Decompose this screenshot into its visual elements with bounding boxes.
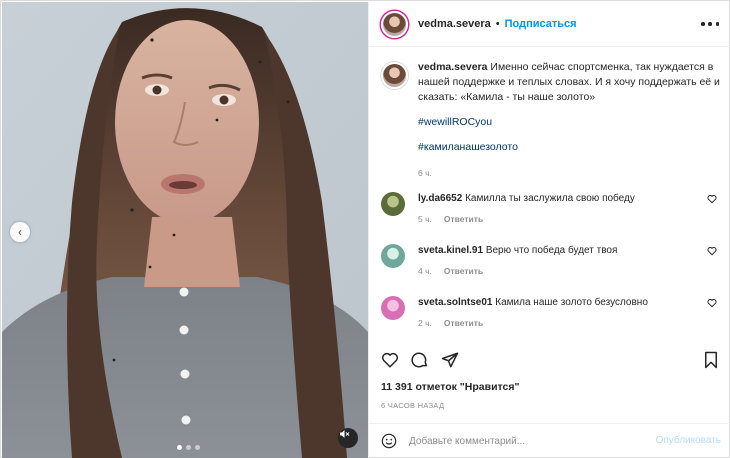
header-separator: •: [495, 18, 500, 30]
avatar[interactable]: [381, 192, 405, 216]
comment-username[interactable]: ly.da6652: [418, 193, 462, 204]
post-media-video[interactable]: ‹: [2, 2, 368, 458]
comment-input[interactable]: [409, 435, 639, 447]
likes-count[interactable]: 11 391 отметок "Нравится": [381, 381, 519, 393]
carousel-dot: [177, 445, 182, 450]
author-username[interactable]: vedma.severa: [418, 18, 491, 30]
video-frame-illustration: [2, 2, 368, 458]
comments-list[interactable]: vedma.severa Именно сейчас спортсменка, …: [369, 48, 730, 343]
comment-text: Верю что победа будет твоя: [485, 245, 618, 256]
reply-button[interactable]: Ответить: [444, 318, 483, 328]
comment-item: sveta.kinel.91 Верю что победа будет тво…: [381, 244, 721, 276]
comment-timestamp[interactable]: 5 ч.: [418, 214, 432, 224]
post-side-panel: vedma.severa • Подписаться vedma.severa …: [368, 2, 730, 458]
more-horizontal-icon[interactable]: [701, 16, 719, 32]
mute-toggle-button[interactable]: [338, 428, 358, 448]
caption-timestamp[interactable]: 6 ч.: [418, 166, 721, 181]
comment-icon[interactable]: [411, 351, 429, 369]
heart-icon[interactable]: [707, 298, 717, 308]
avatar[interactable]: [381, 296, 405, 320]
carousel-prev-button[interactable]: ‹: [10, 222, 30, 242]
sound-off-icon: [340, 430, 350, 438]
follow-button[interactable]: Подписаться: [505, 18, 577, 30]
comment-text: Камилла ты заслужила свою победу: [465, 193, 635, 204]
post-header: vedma.severa • Подписаться: [369, 2, 730, 47]
carousel-dot: [186, 445, 191, 450]
comment-item: ly.da6652 Камилла ты заслужила свою побе…: [381, 192, 721, 224]
comment-timestamp[interactable]: 4 ч.: [418, 266, 432, 276]
comment-username[interactable]: sveta.solntse01: [418, 297, 493, 308]
avatar[interactable]: [381, 62, 408, 89]
heart-icon[interactable]: [707, 194, 717, 204]
carousel-indicator: [177, 445, 200, 450]
send-icon[interactable]: [441, 351, 459, 369]
publish-button[interactable]: Опубликовать: [656, 435, 721, 446]
heart-icon[interactable]: [381, 351, 399, 369]
bookmark-icon[interactable]: [703, 351, 719, 369]
comment-timestamp[interactable]: 2 ч.: [418, 318, 432, 328]
chevron-left-icon: ‹: [18, 225, 22, 239]
comment-username[interactable]: sveta.kinel.91: [418, 245, 483, 256]
heart-icon[interactable]: [707, 246, 717, 256]
avatar[interactable]: [381, 244, 405, 268]
hashtag-link[interactable]: #камиланашезолото: [418, 140, 721, 155]
comment-item: sveta.solntse01 Камила наше золото безус…: [381, 296, 721, 328]
reply-button[interactable]: Ответить: [444, 214, 483, 224]
hashtag-link[interactable]: #wewillROCyou: [418, 115, 721, 130]
post-caption: vedma.severa Именно сейчас спортсменка, …: [381, 60, 721, 181]
post-actions-bar: [369, 345, 730, 375]
avatar[interactable]: [381, 10, 408, 38]
carousel-dot: [195, 445, 200, 450]
post-timestamp[interactable]: 6 ЧАСОВ НАЗАД: [381, 401, 444, 410]
caption-username[interactable]: vedma.severa: [418, 61, 487, 73]
emoji-icon[interactable]: [381, 433, 397, 449]
comment-text: Камила наше золото безусловно: [495, 297, 648, 308]
post-dialog: ‹ vedma.severa • Подписаться vedma.sever…: [0, 0, 730, 458]
reply-button[interactable]: Ответить: [444, 266, 483, 276]
add-comment-form: Опубликовать: [369, 423, 730, 458]
